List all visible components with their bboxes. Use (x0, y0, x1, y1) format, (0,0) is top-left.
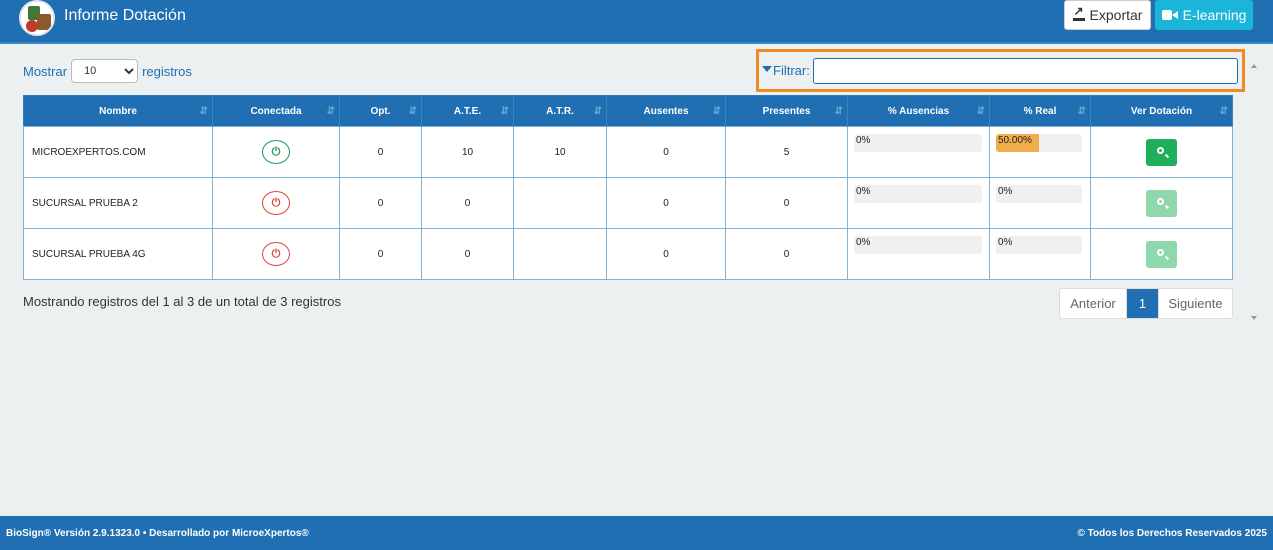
column-header-pct-ausencias[interactable]: % Ausencias ⇵ (847, 95, 990, 127)
scroll-down-arrow[interactable] (1251, 316, 1257, 320)
length-suffix: registros (142, 63, 192, 79)
dotacion-table: Nombre ⇵ Conectada ⇵ Opt. ⇵ A.T.E. ⇵ A.T.R. ⇵… (23, 95, 1233, 280)
column-header-presentes[interactable]: Presentes ⇵ (725, 95, 848, 127)
cell-presentes: 5 (725, 126, 848, 178)
cell-ate: 10 (421, 126, 514, 178)
view-dotacion-button[interactable] (1146, 189, 1177, 217)
sort-icon: ⇵ (834, 106, 844, 117)
plug-icon: ⏻ (262, 242, 290, 266)
search-plus-icon (1157, 197, 1164, 205)
length-control: Mostrar 10 registros (23, 59, 192, 83)
table-row: SUCURSAL PRUEBA 4G ⏻ 0 0 0 0 0% 0% (23, 228, 1233, 280)
cell-ate: 0 (421, 228, 514, 280)
sort-icon: ⇵ (1077, 106, 1087, 117)
export-button[interactable]: Exportar (1064, 0, 1151, 30)
cell-pct-ausencias: 0% (847, 177, 990, 229)
column-header-nombre[interactable]: Nombre ⇵ (23, 95, 213, 127)
cell-pct-real: 0% (989, 228, 1091, 280)
table-header-row: Nombre ⇵ Conectada ⇵ Opt. ⇵ A.T.E. ⇵ A.T.R. ⇵… (23, 95, 1233, 127)
column-header-ate[interactable]: A.T.E. ⇵ (421, 95, 514, 127)
cell-nombre: MICROEXPERTOS.COM (23, 126, 213, 178)
elearning-button[interactable]: E-learning (1155, 0, 1253, 30)
cell-pct-ausencias: 0% (847, 228, 990, 280)
sort-icon: ⇵ (500, 106, 510, 117)
cell-conectada: ⏻ (212, 177, 340, 229)
progress-bar: 0% (996, 236, 1082, 254)
cell-nombre: SUCURSAL PRUEBA 2 (23, 177, 213, 229)
file-export-icon (1072, 4, 1085, 21)
progress-bar: 50.00% (996, 134, 1082, 152)
sort-icon: ⇵ (1219, 106, 1229, 117)
cell-presentes: 0 (725, 177, 848, 229)
sort-icon: ⇵ (593, 106, 603, 117)
footer-copyright: © Todos los Derechos Reservados 2025 (1077, 528, 1267, 539)
length-prefix: Mostrar (23, 63, 68, 79)
app-logo (19, 0, 55, 36)
plug-icon: ⏻ (262, 191, 290, 215)
cell-conectada: ⏻ (212, 126, 340, 178)
progress-bar: 0% (854, 236, 982, 254)
view-dotacion-button[interactable] (1146, 240, 1177, 268)
search-plus-icon (1157, 248, 1164, 256)
pagination: Anterior 1 Siguiente (1059, 288, 1233, 319)
column-header-atr[interactable]: A.T.R. ⇵ (513, 95, 607, 127)
cell-conectada: ⏻ (212, 228, 340, 280)
cell-pct-real: 50.00% (989, 126, 1091, 178)
column-header-opt[interactable]: Opt. ⇵ (339, 95, 422, 127)
cell-opt: 0 (339, 126, 422, 178)
cell-opt: 0 (339, 177, 422, 229)
column-header-ausentes[interactable]: Ausentes ⇵ (606, 95, 726, 127)
export-label: Exportar (1089, 7, 1143, 23)
column-header-ver-dotacion[interactable]: Ver Dotación ⇵ (1090, 95, 1233, 127)
footer: BioSign® Versión 2.9.1323.0 • Desarrolla… (0, 516, 1273, 550)
sort-icon: ⇵ (408, 106, 418, 117)
video-camera-icon (1161, 10, 1178, 20)
filter-highlight: Filtrar: (756, 49, 1245, 92)
filter-input[interactable] (813, 58, 1238, 84)
table-info: Mostrando registros del 1 al 3 de un tot… (23, 294, 341, 309)
page-title: Informe Dotación (64, 7, 186, 24)
cell-ver-dotacion (1090, 228, 1233, 280)
cell-opt: 0 (339, 228, 422, 280)
table-row: SUCURSAL PRUEBA 2 ⏻ 0 0 0 0 0% 0% (23, 177, 1233, 229)
column-header-conectada[interactable]: Conectada ⇵ (212, 95, 340, 127)
cell-ausentes: 0 (606, 126, 726, 178)
elearning-label: E-learning (1182, 7, 1247, 23)
cell-nombre: SUCURSAL PRUEBA 4G (23, 228, 213, 280)
sort-icon: ⇵ (976, 106, 986, 117)
pagination-page-1[interactable]: 1 (1127, 289, 1158, 318)
cell-ver-dotacion (1090, 126, 1233, 178)
progress-bar: 0% (854, 185, 982, 203)
view-dotacion-button[interactable] (1146, 138, 1177, 166)
progress-bar: 0% (996, 185, 1082, 203)
table-row: MICROEXPERTOS.COM ⏻ 0 10 10 0 5 0% 50.00% (23, 126, 1233, 178)
sort-icon: ⇵ (712, 106, 722, 117)
search-plus-icon (1157, 146, 1164, 154)
filter-label: Filtrar: (762, 63, 810, 78)
cell-pct-real: 0% (989, 177, 1091, 229)
sort-icon: ⇵ (199, 106, 209, 117)
funnel-icon (762, 65, 772, 72)
plug-icon: ⏻ (262, 140, 290, 164)
cell-atr: 10 (513, 126, 607, 178)
top-bar: Informe Dotación Exportar E-learning (0, 0, 1273, 44)
cell-ausentes: 0 (606, 177, 726, 229)
pagination-next[interactable]: Siguiente (1158, 289, 1232, 318)
cell-ausentes: 0 (606, 228, 726, 280)
column-header-pct-real[interactable]: % Real ⇵ (989, 95, 1091, 127)
cell-ver-dotacion (1090, 177, 1233, 229)
cell-presentes: 0 (725, 228, 848, 280)
cell-pct-ausencias: 0% (847, 126, 990, 178)
cell-atr (513, 177, 607, 229)
progress-bar: 0% (854, 134, 982, 152)
cell-ate: 0 (421, 177, 514, 229)
footer-version: BioSign® Versión 2.9.1323.0 • Desarrolla… (6, 528, 309, 539)
length-select[interactable]: 10 (71, 59, 139, 83)
pagination-previous[interactable]: Anterior (1060, 289, 1127, 318)
cell-atr (513, 228, 607, 280)
sort-icon: ⇵ (326, 106, 336, 117)
scroll-up-arrow[interactable] (1251, 64, 1257, 68)
